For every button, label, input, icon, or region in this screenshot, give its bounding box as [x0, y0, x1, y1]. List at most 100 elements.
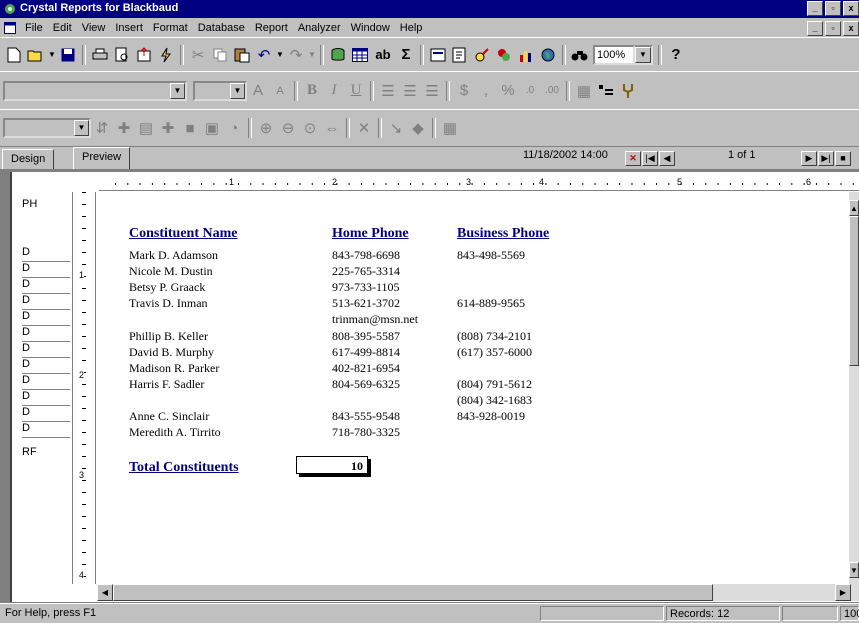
- insert-line-icon[interactable]: ■: [179, 117, 201, 139]
- doc-restore-button[interactable]: ▫: [825, 21, 841, 36]
- menu-view[interactable]: View: [77, 22, 111, 34]
- section-report-footer[interactable]: RF: [22, 446, 37, 458]
- cross-tab-icon[interactable]: ✕: [353, 117, 375, 139]
- scroll-right-icon[interactable]: ▶: [835, 584, 851, 601]
- decrease-decimal-icon[interactable]: .00: [541, 80, 563, 102]
- zoom-fit-icon[interactable]: ⊙: [299, 117, 321, 139]
- new-icon[interactable]: [3, 44, 25, 66]
- select-expert-icon[interactable]: [493, 44, 515, 66]
- insert-picture-icon[interactable]: ▣: [201, 117, 223, 139]
- insert-summary-icon[interactable]: ▤: [135, 117, 157, 139]
- insert-subreport-icon[interactable]: ✚: [157, 117, 179, 139]
- align-right-icon[interactable]: ☰: [421, 80, 443, 102]
- drill-icon[interactable]: ⇔: [321, 117, 343, 139]
- cut-icon[interactable]: ✂: [187, 44, 209, 66]
- chart-icon[interactable]: [515, 44, 537, 66]
- menu-report[interactable]: Report: [250, 22, 293, 34]
- explorer-icon[interactable]: [595, 80, 617, 102]
- export-icon[interactable]: [133, 44, 155, 66]
- restore-button[interactable]: ▫: [825, 1, 841, 16]
- formula-icon[interactable]: [449, 44, 471, 66]
- doc-close-button[interactable]: x: [843, 21, 859, 36]
- tools-icon[interactable]: [617, 80, 639, 102]
- undo-icon[interactable]: ↶: [253, 44, 275, 66]
- menu-format[interactable]: Format: [148, 22, 193, 34]
- minimize-button[interactable]: _: [807, 1, 823, 16]
- insert-field-icon[interactable]: ⇵: [91, 117, 113, 139]
- map-icon[interactable]: [537, 44, 559, 66]
- find-icon[interactable]: [569, 44, 591, 66]
- scroll-up-icon[interactable]: ▲: [849, 200, 859, 216]
- scroll-left-icon[interactable]: ◀: [97, 584, 113, 601]
- field-combo[interactable]: ▼: [3, 118, 91, 138]
- decrease-font-icon[interactable]: A: [269, 80, 291, 102]
- chart-expert-icon[interactable]: ◆: [407, 117, 429, 139]
- scroll-down-icon[interactable]: ▼: [849, 562, 859, 578]
- section-details[interactable]: D: [22, 294, 70, 310]
- section-details[interactable]: D: [22, 390, 70, 406]
- horizontal-scrollbar[interactable]: ◀ ▶: [97, 584, 859, 601]
- section-details[interactable]: D: [22, 342, 70, 358]
- table-icon[interactable]: [349, 44, 371, 66]
- first-page-icon[interactable]: |◀: [642, 151, 658, 166]
- next-page-icon[interactable]: ▶: [801, 151, 817, 166]
- expert-icon[interactable]: [471, 44, 493, 66]
- save-icon[interactable]: [57, 44, 79, 66]
- last-page-icon[interactable]: ▶|: [818, 151, 834, 166]
- open-dropdown-icon[interactable]: ▼: [47, 44, 57, 66]
- paste-icon[interactable]: [231, 44, 253, 66]
- vertical-scrollbar[interactable]: ▲ ▼: [849, 192, 859, 584]
- open-icon[interactable]: [25, 44, 47, 66]
- italic-icon[interactable]: I: [323, 80, 345, 102]
- font-size-combo[interactable]: ▼: [193, 80, 247, 101]
- insert-ole-icon[interactable]: ◔: [223, 117, 245, 139]
- section-details[interactable]: D: [22, 358, 70, 374]
- section-details[interactable]: D: [22, 374, 70, 390]
- database-icon[interactable]: [327, 44, 349, 66]
- zoom-combo[interactable]: 100%: [593, 44, 635, 65]
- menu-analyzer[interactable]: Analyzer: [293, 22, 346, 34]
- previous-page-icon[interactable]: ◀: [659, 151, 675, 166]
- tab-preview[interactable]: Preview: [73, 147, 131, 170]
- menu-window[interactable]: Window: [346, 22, 395, 34]
- underline-icon[interactable]: U: [345, 80, 367, 102]
- increase-decimal-icon[interactable]: .0: [519, 80, 541, 102]
- insert-group-icon[interactable]: ✚: [113, 117, 135, 139]
- hyperlink-icon[interactable]: ↘: [385, 117, 407, 139]
- menu-insert[interactable]: Insert: [110, 22, 148, 34]
- tab-design[interactable]: Design: [2, 149, 55, 170]
- currency-icon[interactable]: $: [453, 80, 475, 102]
- print-icon[interactable]: [89, 44, 111, 66]
- section-page-header[interactable]: PH: [22, 198, 37, 210]
- align-center-icon[interactable]: ☰: [399, 80, 421, 102]
- redo-dropdown-icon[interactable]: ▼: [307, 44, 317, 66]
- section-details[interactable]: D: [22, 422, 70, 438]
- section-details[interactable]: D: [22, 406, 70, 422]
- zoom-out-icon[interactable]: ⊖: [277, 117, 299, 139]
- comma-icon[interactable]: ,: [475, 80, 497, 102]
- menu-database[interactable]: Database: [193, 22, 250, 34]
- doc-minimize-button[interactable]: _: [807, 21, 823, 36]
- section-details[interactable]: D: [22, 310, 70, 326]
- stop-icon[interactable]: ■: [835, 151, 851, 166]
- bold-icon[interactable]: B: [301, 80, 323, 102]
- section-details[interactable]: D: [22, 262, 70, 278]
- zoom-dropdown-button[interactable]: ▼: [635, 44, 653, 65]
- font-name-combo[interactable]: ▼: [3, 80, 187, 101]
- section-details[interactable]: D: [22, 326, 70, 342]
- scroll-thumb[interactable]: [849, 216, 859, 366]
- print-preview-icon[interactable]: [111, 44, 133, 66]
- document-icon[interactable]: [4, 21, 16, 34]
- section-details[interactable]: D: [22, 278, 70, 294]
- group-icon[interactable]: [427, 44, 449, 66]
- section-details[interactable]: D: [22, 246, 70, 262]
- copy-icon[interactable]: [209, 44, 231, 66]
- border-icon[interactable]: ▦: [573, 80, 595, 102]
- percent-icon[interactable]: %: [497, 80, 519, 102]
- text-icon[interactable]: ab: [371, 44, 395, 66]
- help-icon[interactable]: ?: [665, 44, 687, 66]
- refresh-icon[interactable]: [155, 44, 177, 66]
- h-scroll-thumb[interactable]: [113, 584, 713, 601]
- zoom-in-icon[interactable]: ⊕: [255, 117, 277, 139]
- menu-help[interactable]: Help: [395, 22, 428, 34]
